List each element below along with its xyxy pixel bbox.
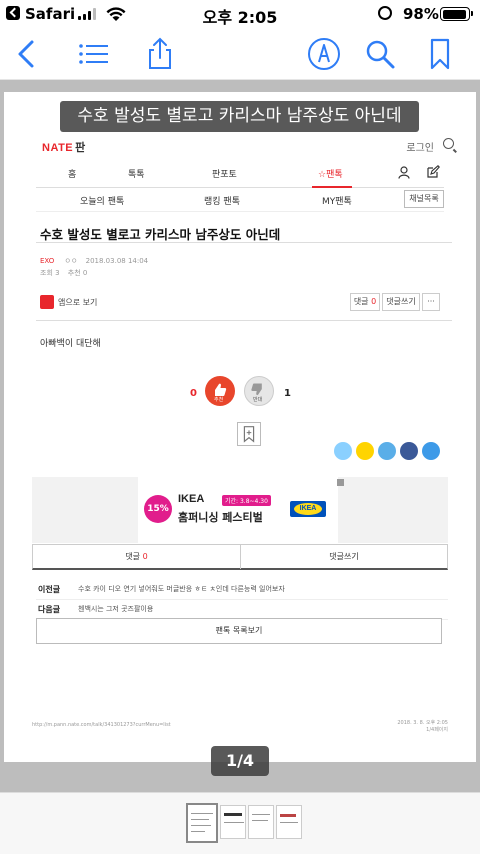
post-body: 아빠백이 대단해 <box>40 339 101 349</box>
downvote-label: 반대 <box>253 397 263 403</box>
ad-brand: IKEA <box>178 493 205 505</box>
site-header: NATE 판 로그인 <box>4 130 476 160</box>
divider <box>36 242 452 243</box>
twitter-icon[interactable] <box>422 442 440 460</box>
app-view-label[interactable]: 앱으로 보기 <box>58 297 97 308</box>
twitter-like-icon[interactable] <box>378 442 396 460</box>
divider <box>36 320 452 321</box>
edit-icon[interactable] <box>426 165 440 179</box>
site-search-icon[interactable] <box>443 138 454 149</box>
bookmark-add-icon <box>243 426 255 443</box>
reader-toolbar <box>0 28 480 80</box>
post-datetime: 2018.03.08 14:04 <box>85 257 149 265</box>
pdf-viewer[interactable]: 수호 발성도 별로고 카리스마 남주상도 아닌데 NATE 판 로그인 홈 톡톡 … <box>0 80 480 792</box>
ad-discount-badge: 15% <box>144 495 172 523</box>
bookmark-icon[interactable] <box>422 36 458 72</box>
user-icon[interactable] <box>398 166 410 179</box>
upvote-label: 추천 <box>214 397 224 403</box>
page-footer-date: 2018. 3. 8. 오후 2:05 1/4페이지 <box>397 720 448 733</box>
page-footer-url: http://m.pann.nate.com/talk/341301273?cu… <box>32 722 171 728</box>
ad-banner[interactable]: 15% IKEA 기간: 3.8~4.30 홈퍼니싱 페스티벌 IKEA <box>32 477 448 543</box>
more-button[interactable]: ··· <box>422 293 440 311</box>
subnav-ranking[interactable]: 랭킹 팬톡 <box>204 194 240 207</box>
post-views: 조회 3 <box>40 269 60 277</box>
battery-icon <box>440 7 473 21</box>
kakaotalk-icon[interactable] <box>356 442 374 460</box>
post-meta: EXO ㅇㅇ 2018.03.08 14:04 <box>40 256 148 266</box>
site-nav: 홈 톡톡 판포토 ☆팬톡 <box>36 160 444 188</box>
page-thumbnail-1[interactable] <box>186 803 218 843</box>
ad-period: 기간: 3.8~4.30 <box>222 495 271 506</box>
document-title-overlay: 수호 발성도 별로고 카리스마 남주상도 아닌데 <box>60 101 419 132</box>
tab-write-comment[interactable]: 댓글쓰기 <box>240 545 447 569</box>
page-thumbnail-3[interactable] <box>248 805 274 839</box>
facebook-icon[interactable] <box>400 442 418 460</box>
app-view-icon[interactable] <box>40 295 54 309</box>
upvote-count: 0 <box>190 388 197 399</box>
prev-post-row[interactable]: 이전글 수호 카이 디오 연기 넣어줘도 머글반응 ㅎㅌ ㅊ인데 다른능력 일어… <box>36 578 448 600</box>
kakaostory-icon[interactable] <box>334 442 352 460</box>
list-icon[interactable] <box>76 36 112 72</box>
post-recommends: 추천 0 <box>67 269 88 277</box>
ad-creative[interactable]: 15% IKEA 기간: 3.8~4.30 홈퍼니싱 페스티벌 IKEA <box>138 477 338 543</box>
nav-item-fantalk[interactable]: ☆팬톡 <box>318 167 343 180</box>
pdf-page[interactable]: NATE 판 로그인 홈 톡톡 판포토 ☆팬톡 오늘의 팬톡 랭킹 팬톡 MY팬… <box>4 92 476 762</box>
battery-percent: 98% <box>403 5 439 23</box>
post-author[interactable]: EXO <box>40 257 54 265</box>
next-post-row[interactable]: 다음글 첸백시는 그저 곳즈팔이용 <box>36 598 448 620</box>
sub-nav: 오늘의 팬톡 랭킹 팬톡 MY팬톡 채널목록 <box>36 188 444 212</box>
comment-count-button[interactable]: 댓글 0 <box>350 293 380 311</box>
next-post-title[interactable]: 첸백시는 그저 곳즈팔이용 <box>78 604 153 614</box>
channel-list-button[interactable]: 채널목록 <box>404 190 444 208</box>
write-comment-button[interactable]: 댓글쓰기 <box>382 293 420 311</box>
login-link[interactable]: 로그인 <box>406 139 434 154</box>
page-indicator: 1/4 <box>211 746 269 776</box>
scrap-button[interactable] <box>237 422 261 446</box>
comment-tabs: 댓글 0 댓글쓰기 <box>32 544 448 570</box>
status-bar: Safari 오후 2:05 98% <box>0 0 480 28</box>
prev-post-title[interactable]: 수호 카이 디오 연기 넣어줘도 머글반응 ㅎㅌ ㅊ인데 다른능력 일어보자 <box>78 584 285 594</box>
site-logo: NATE 판 <box>42 142 86 154</box>
post-stats: 조회 3 추천 0 <box>40 268 87 278</box>
page-thumbnail-2[interactable] <box>220 805 246 839</box>
prev-post-label: 이전글 <box>38 585 61 594</box>
post-meta-extra: ㅇㅇ <box>64 257 78 265</box>
downvote-count: 1 <box>284 388 291 399</box>
markup-icon[interactable] <box>306 36 342 72</box>
subnav-today[interactable]: 오늘의 팬톡 <box>80 194 124 207</box>
nav-item-talk[interactable]: 톡톡 <box>128 167 145 180</box>
ad-info-icon[interactable] <box>337 479 344 486</box>
next-post-label: 다음글 <box>38 605 61 614</box>
rotation-lock-icon <box>378 6 392 20</box>
subnav-my[interactable]: MY팬톡 <box>322 194 352 207</box>
ikea-logo: IKEA <box>290 501 326 517</box>
ad-headline: 홈퍼니싱 페스티벌 <box>178 511 263 524</box>
tab-comments[interactable]: 댓글 0 <box>33 545 240 569</box>
nav-item-photo[interactable]: 판포토 <box>212 167 237 180</box>
search-icon[interactable] <box>362 36 398 72</box>
page-thumbnail-4[interactable] <box>276 805 302 839</box>
fantalk-list-button[interactable]: 팬톡 목록보기 <box>36 618 442 644</box>
share-icon[interactable] <box>142 36 178 72</box>
back-icon[interactable] <box>10 36 46 72</box>
nav-item-home[interactable]: 홈 <box>68 167 76 180</box>
post-title: 수호 발성도 별로고 카리스마 남주상도 아닌데 <box>40 227 281 242</box>
thumbnail-strip <box>0 792 480 854</box>
